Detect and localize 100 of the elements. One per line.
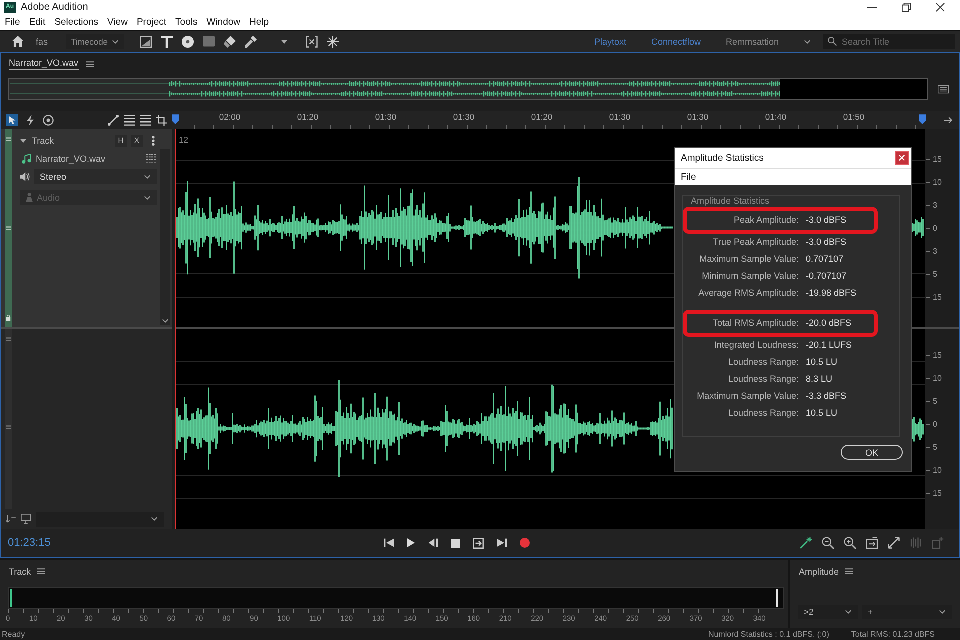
skip-end-icon[interactable] (496, 538, 507, 548)
stat-value: -3.0 dBFS (806, 214, 848, 227)
scale-label: 10 (926, 465, 942, 476)
playhead-marker-icon[interactable] (172, 114, 179, 125)
stat-label: Loudness Range: (727, 356, 799, 369)
caret-icon[interactable] (281, 40, 288, 44)
scrollbar[interactable] (160, 149, 170, 325)
t-bar-icon[interactable] (161, 36, 174, 48)
stat-label: Maximum Sample Value: (698, 253, 799, 266)
boxed-arrow-icon[interactable] (472, 538, 484, 548)
panel-title: Amplitude (799, 566, 840, 576)
chevron-down-icon (939, 610, 946, 614)
menu-item[interactable]: Tools (176, 17, 198, 28)
target-icon[interactable] (43, 114, 54, 126)
frame-icon[interactable] (140, 36, 152, 48)
stat-label: Loudness Range: (727, 373, 799, 386)
stat-label: Loudness Range: (727, 407, 799, 420)
track-lane[interactable] (8, 587, 784, 609)
menu-item[interactable]: Selections (54, 17, 99, 28)
track-name: Track (32, 136, 54, 146)
ok-button[interactable]: OK (841, 445, 903, 460)
menu-icon[interactable] (86, 60, 94, 68)
play-icon[interactable] (406, 538, 415, 548)
close-button[interactable] (895, 151, 909, 165)
home-icon[interactable] (12, 36, 24, 47)
diagonal-line-icon[interactable] (108, 114, 119, 126)
arrow-down-icon[interactable] (6, 515, 16, 523)
chevron-down-icon (151, 517, 158, 521)
stat-value: -20.0 dBFS (806, 317, 853, 330)
list-icon[interactable] (124, 114, 135, 126)
wand-icon[interactable] (800, 537, 812, 549)
dashed-list-icon[interactable] (146, 154, 157, 163)
zoom-out-icon[interactable] (822, 537, 834, 549)
skip-start-icon[interactable] (384, 538, 394, 548)
zoom-in-icon[interactable] (844, 537, 856, 549)
workspace-tab[interactable]: Connectflow (651, 36, 701, 46)
waveform-drawing (912, 416, 925, 442)
menu-item[interactable]: Project (136, 17, 167, 28)
lightning-icon[interactable] (25, 114, 36, 126)
stop-icon[interactable] (450, 538, 460, 548)
square-icon[interactable] (203, 36, 216, 47)
window-title: Adobe Audition (21, 2, 88, 13)
menu-icon[interactable] (37, 568, 46, 575)
workspace-tab[interactable]: Playtoxt (594, 36, 626, 46)
stat-value: -20.1 LUFS (806, 339, 854, 352)
list-icon[interactable] (140, 114, 151, 126)
chevron-down-icon (845, 610, 852, 614)
menu-item[interactable]: View (108, 17, 128, 28)
toolbar-label[interactable]: fas (36, 36, 48, 46)
scale-label: 3 (926, 246, 938, 257)
end-marker-icon[interactable] (919, 114, 926, 125)
pen-icon[interactable] (245, 36, 258, 48)
record-icon[interactable] (520, 538, 530, 548)
time-display: 01:23:15 (8, 537, 51, 549)
stat-label: Maxtimum Sample Value: (696, 390, 799, 403)
close-icon[interactable] (936, 3, 945, 12)
crop-icon[interactable] (156, 114, 167, 126)
chevron-down-icon[interactable] (804, 40, 811, 44)
menu-icon[interactable] (845, 568, 854, 575)
menu-item[interactable]: Window (206, 17, 241, 28)
stat-value: -3.0 dBFS (806, 236, 848, 249)
timecode-dropdown[interactable]: Timecode (66, 34, 124, 49)
monitor-icon[interactable] (21, 514, 31, 524)
amplitude-dropdown[interactable]: >2 (798, 605, 858, 619)
file-tab[interactable]: Narrator_VO.wav (9, 58, 79, 70)
amplitude-dropdown[interactable]: + (862, 605, 952, 619)
scale-label: 15 (926, 292, 942, 303)
marker-line[interactable] (776, 589, 778, 607)
arrow-icon[interactable] (944, 116, 953, 124)
eraser-icon[interactable] (224, 36, 236, 48)
scale-label: 15 (926, 350, 942, 361)
cursor-tool-icon[interactable] (6, 114, 18, 126)
expand-icon[interactable] (888, 537, 900, 549)
caret-icon[interactable] (20, 138, 27, 142)
stat-value: 8.3 LU (806, 373, 834, 386)
workspace-tab[interactable]: Remmsattion (726, 36, 779, 46)
channel-dropdown[interactable]: Stereo (34, 169, 157, 184)
more-icon[interactable] (152, 136, 155, 146)
menu-item[interactable]: Edit (29, 17, 46, 28)
time-ruler[interactable]: 02:00 01:20 01:30 01:30 01:20 01:30 01:30 01:40 01:50 (172, 111, 925, 129)
grip-icon[interactable] (6, 425, 11, 429)
overview-drawing[interactable] (8, 78, 928, 100)
scale-label: 3 (926, 200, 938, 211)
bracket-icon[interactable] (306, 36, 318, 48)
scale-label: 10 (926, 177, 942, 188)
grip-icon[interactable] (6, 337, 11, 341)
lock-icon[interactable] (6, 315, 11, 321)
disc-icon[interactable] (182, 36, 194, 48)
menu-item[interactable]: File (5, 17, 20, 28)
chevron-down-icon[interactable] (162, 319, 168, 323)
list-box-icon[interactable] (938, 84, 949, 94)
waveform-drawing (912, 217, 925, 239)
restore-icon[interactable] (902, 3, 911, 12)
scale-label: 15 (926, 488, 942, 499)
search-field[interactable]: Search Title (823, 34, 955, 49)
stat-value: -19.98 dBFS (806, 287, 858, 300)
step-back-icon[interactable] (428, 538, 438, 548)
menu-item[interactable]: File (681, 172, 696, 182)
asterisk-icon[interactable] (327, 36, 340, 48)
menu-item[interactable]: Help (250, 17, 270, 28)
